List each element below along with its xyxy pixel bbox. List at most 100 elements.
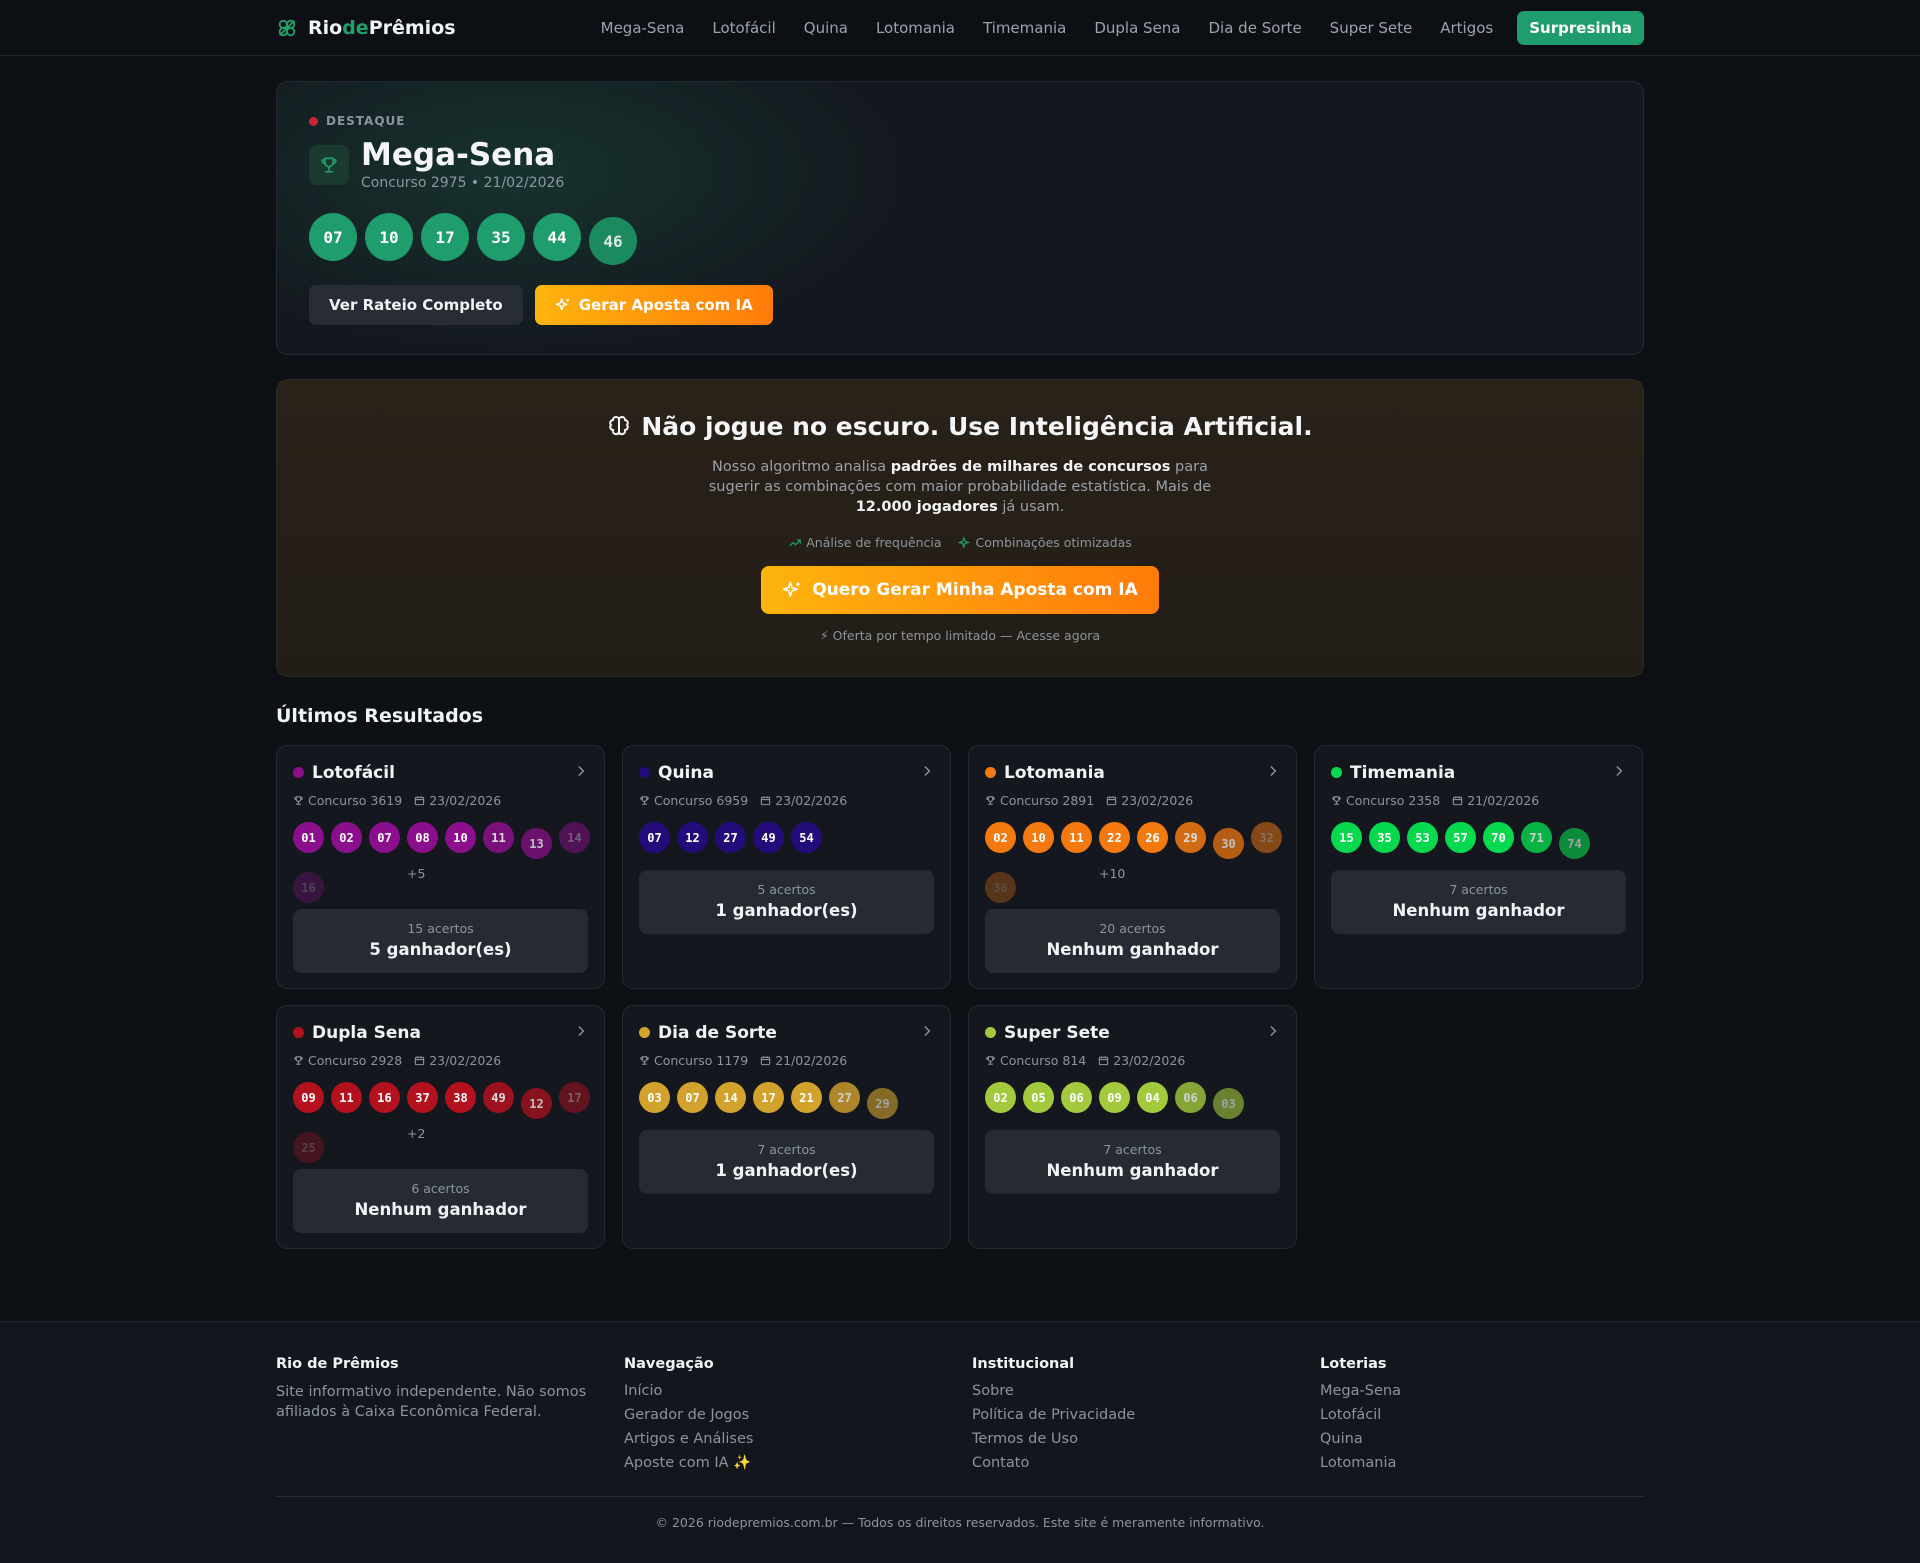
calendar-icon <box>760 795 771 806</box>
prize-box: 7 acertos Nenhum ganhador <box>1331 870 1626 934</box>
highlight-tag-label: DESTAQUE <box>326 114 406 128</box>
draw-date: 23/02/2026 <box>414 1053 501 1068</box>
lottery-name: Timemania <box>1350 762 1456 783</box>
footer-link-artigos[interactable]: Artigos e Análises <box>624 1430 972 1448</box>
contest-number: Concurso 1179 <box>639 1053 748 1068</box>
nav-timemania[interactable]: Timemania <box>983 19 1066 37</box>
footer-link-mega-sena[interactable]: Mega-Sena <box>1320 1382 1668 1400</box>
ai-generate-bet-label: Quero Gerar Minha Aposta com IA <box>812 580 1138 600</box>
number-ball: 30 <box>1213 828 1244 859</box>
results-grid: Lotofácil Concurso 3619 23/02/2026 01 02 07 08… <box>276 745 1644 1249</box>
chevron-right-icon[interactable] <box>1266 1022 1280 1043</box>
nav-super-sete[interactable]: Super Sete <box>1330 19 1413 37</box>
ai-generate-bet-button[interactable]: Quero Gerar Minha Aposta com IA <box>761 566 1159 614</box>
footer: Rio de Prêmios Site informativo independ… <box>0 1321 1920 1563</box>
chevron-right-icon[interactable] <box>1266 762 1280 783</box>
lottery-name: Super Sete <box>1004 1022 1110 1043</box>
chevron-right-icon[interactable] <box>920 762 934 783</box>
live-dot <box>309 116 318 126</box>
footer-link-privacidade[interactable]: Política de Privacidade <box>972 1406 1320 1424</box>
draw-date: 21/02/2026 <box>1452 793 1539 808</box>
trophy-icon <box>309 144 349 185</box>
nav-artigos[interactable]: Artigos <box>1440 19 1493 37</box>
footer-link-lotomania[interactable]: Lotomania <box>1320 1454 1668 1472</box>
calendar-icon <box>414 1055 425 1066</box>
chevron-right-icon[interactable] <box>1612 762 1626 783</box>
ai-promo-banner: Não jogue no escuro. Use Inteligência Ar… <box>276 379 1644 677</box>
contest-number: Concurso 2928 <box>293 1053 402 1068</box>
number-ball: 49 <box>483 1082 514 1113</box>
copyright: © 2026 riodepremios.com.br — Todos os di… <box>276 1496 1644 1530</box>
prize-label: 15 acertos <box>407 921 474 936</box>
number-ball: 46 <box>589 217 637 265</box>
number-ball: 16 <box>369 1082 400 1113</box>
result-card[interactable]: Dupla Sena Concurso 2928 23/02/2026 09 11 16 3… <box>276 1005 605 1249</box>
number-ball: 17 <box>421 213 469 261</box>
nav-lotomania[interactable]: Lotomania <box>876 19 955 37</box>
lottery-color-dot <box>985 1027 996 1038</box>
lottery-color-dot <box>293 1027 304 1038</box>
nav-dia-de-sorte[interactable]: Dia de Sorte <box>1209 19 1302 37</box>
brand-de: de <box>342 17 369 39</box>
clover-icon <box>278 19 296 37</box>
nav-quina[interactable]: Quina <box>804 19 848 37</box>
more-numbers: +10 <box>1099 866 1126 881</box>
prize-label: 7 acertos <box>1103 1142 1162 1157</box>
chevron-right-icon[interactable] <box>920 1022 934 1043</box>
draw-date: 23/02/2026 <box>760 793 847 808</box>
draw-date: 23/02/2026 <box>1106 793 1193 808</box>
ai-offer-note: ⚡ Oferta por tempo limitado — Acesse ago… <box>819 628 1101 643</box>
result-card[interactable]: Lotofácil Concurso 3619 23/02/2026 01 02 07 08… <box>276 745 605 989</box>
trophy-icon <box>293 1055 304 1066</box>
number-ball: 11 <box>483 822 514 853</box>
result-card[interactable]: Super Sete Concurso 814 23/02/2026 02 05 06 09… <box>968 1005 1297 1249</box>
number-ball: 54 <box>791 822 822 853</box>
number-ball: 25 <box>293 1132 324 1163</box>
prize-box: 5 acertos 1 ganhador(es) <box>639 870 934 934</box>
nav-mega-sena[interactable]: Mega-Sena <box>601 19 685 37</box>
lottery-name: Lotomania <box>1004 762 1105 783</box>
calendar-icon <box>760 1055 771 1066</box>
footer-link-aposte-ia[interactable]: Aposte com IA ✨ <box>624 1454 972 1472</box>
footer-nav-title: Navegação <box>624 1356 714 1372</box>
lottery-color-dot <box>293 767 304 778</box>
footer-link-contato[interactable]: Contato <box>972 1454 1320 1472</box>
chevron-right-icon[interactable] <box>574 762 588 783</box>
trending-up-icon <box>789 539 802 546</box>
surpresinha-button[interactable]: Surpresinha <box>1517 11 1644 45</box>
number-ball: 29 <box>1175 822 1206 853</box>
number-ball: 35 <box>477 213 525 261</box>
footer-link-quina[interactable]: Quina <box>1320 1430 1668 1448</box>
prize-value: Nenhum ganhador <box>354 1200 527 1219</box>
trophy-icon <box>639 1055 650 1066</box>
result-card[interactable]: Quina Concurso 6959 23/02/2026 07 12 27 49 54 5 … <box>622 745 951 989</box>
result-card[interactable]: Lotomania Concurso 2891 23/02/2026 02 10 11 22… <box>968 745 1297 989</box>
result-card[interactable]: Dia de Sorte Concurso 1179 21/02/2026 03 07 1… <box>622 1005 951 1249</box>
sparkles-icon <box>555 298 569 311</box>
footer-link-inicio[interactable]: Início <box>624 1382 972 1400</box>
generate-ai-bet-button[interactable]: Gerar Aposta com IA <box>534 285 773 325</box>
lottery-name: Lotofácil <box>312 762 395 783</box>
trophy-icon <box>639 795 650 806</box>
footer-link-lotofacil[interactable]: Lotofácil <box>1320 1406 1668 1424</box>
chevron-right-icon[interactable] <box>574 1022 588 1043</box>
footer-link-gerador[interactable]: Gerador de Jogos <box>624 1406 972 1424</box>
result-card[interactable]: Timemania Concurso 2358 21/02/2026 15 35 53 57… <box>1314 745 1643 989</box>
number-ball: 01 <box>293 822 324 853</box>
number-ball: 07 <box>369 822 400 853</box>
prize-label: 5 acertos <box>757 882 816 897</box>
nav-lotofacil[interactable]: Lotofácil <box>712 19 775 37</box>
brain-icon <box>609 415 630 435</box>
number-ball: 22 <box>1099 822 1130 853</box>
calendar-icon <box>1452 795 1463 806</box>
footer-link-sobre[interactable]: Sobre <box>972 1382 1320 1400</box>
more-numbers: +5 <box>407 866 426 881</box>
feature-combinations: Combinações otimizadas <box>957 535 1132 550</box>
footer-about-text: Site informativo independente. Não somos… <box>276 1384 587 1420</box>
view-rateio-button[interactable]: Ver Rateio Completo <box>309 285 523 325</box>
footer-link-termos[interactable]: Termos de Uso <box>972 1430 1320 1448</box>
brand-logo[interactable]: RiodePrêmios <box>276 17 456 39</box>
nav-dupla-sena[interactable]: Dupla Sena <box>1094 19 1180 37</box>
drawn-numbers: 02 05 06 09 04 06 03 <box>985 1082 1285 1119</box>
number-ball: 57 <box>1445 822 1476 853</box>
